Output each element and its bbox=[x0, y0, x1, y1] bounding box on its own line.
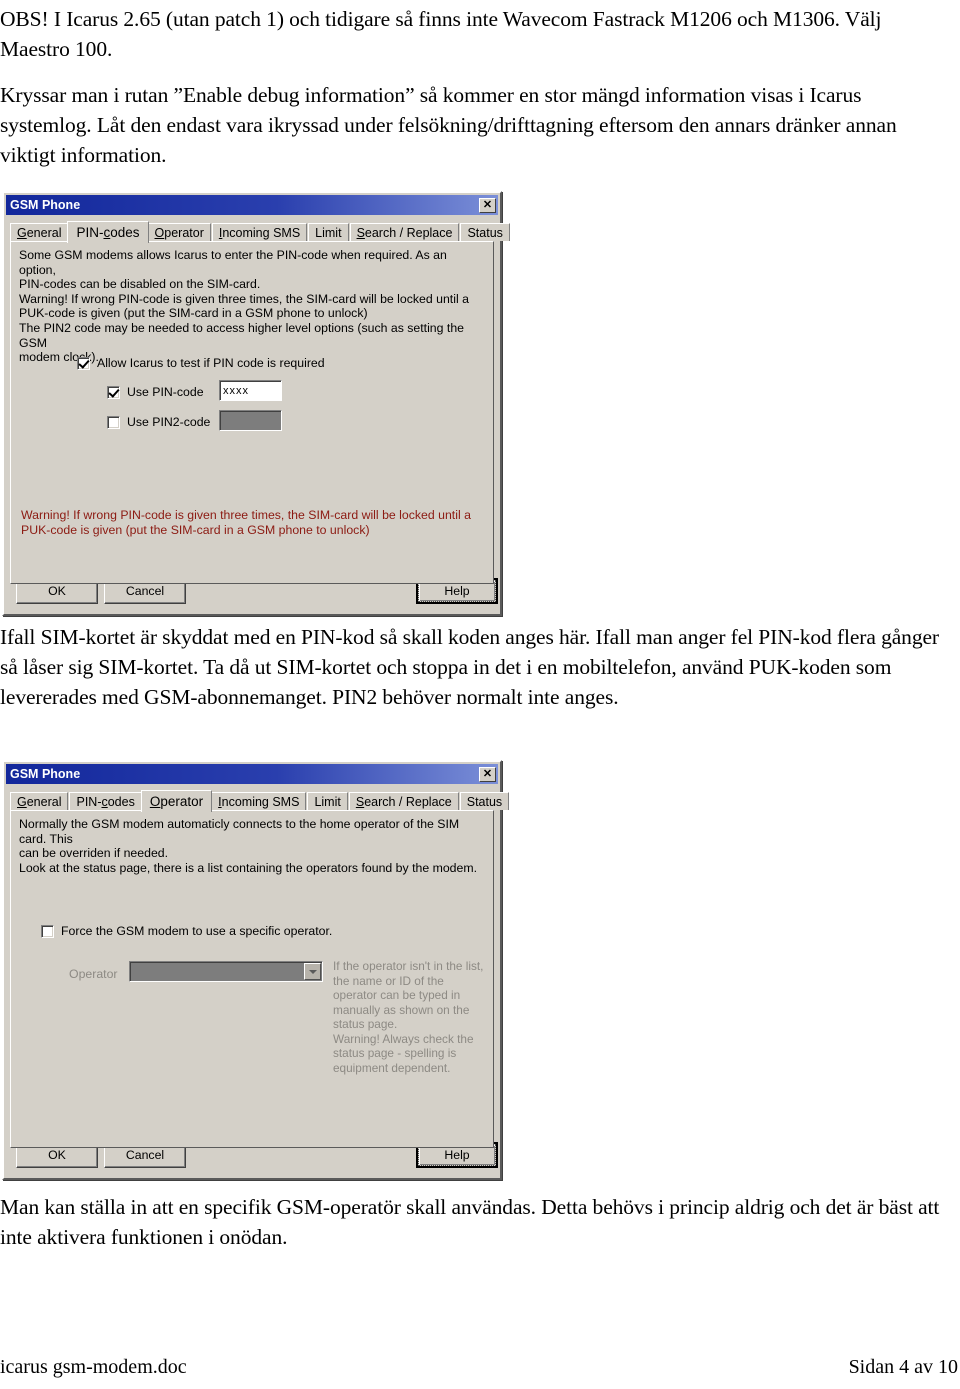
checkbox-use-pin2-code[interactable] bbox=[107, 415, 120, 429]
gsm-phone-dialog-operator: GSM Phone ✕ General PIN-c odes Operator I… bbox=[2, 760, 510, 1180]
label-allow-icarus-test: Allow Icarus to test if PIN code is requ… bbox=[97, 356, 325, 370]
footer-page-number: Sidan 4 av 10 bbox=[848, 1356, 958, 1378]
tab-incoming-sms[interactable]: Incoming SMS bbox=[211, 223, 308, 241]
checkbox-allow-icarus-test[interactable] bbox=[77, 356, 90, 370]
titlebar-pin-dialog: GSM Phone ✕ bbox=[6, 195, 498, 215]
checkbox-row-allow-icarus-test[interactable]: Allow Icarus to test if PIN code is requ… bbox=[77, 356, 325, 370]
tab-general[interactable]: General bbox=[10, 223, 69, 241]
operator-field-label: Operator bbox=[69, 967, 118, 981]
label-use-pin2-code: Use PIN2-code bbox=[127, 415, 211, 429]
pin-warning-text: Warning! If wrong PIN-code is given thre… bbox=[21, 508, 471, 537]
chevron-down-icon[interactable] bbox=[304, 963, 321, 980]
gsm-phone-dialog-pin-codes: GSM Phone ✕ General PIN-c odes Operator I… bbox=[2, 191, 510, 616]
page-footer: icarus gsm-modem.doc Sidan 4 av 10 bbox=[0, 1356, 958, 1379]
operator-combobox[interactable] bbox=[129, 961, 323, 982]
tab-pin-codes[interactable]: PIN-c odes bbox=[67, 221, 149, 243]
close-icon[interactable]: ✕ bbox=[479, 766, 496, 782]
paragraph-pin-explanation: Ifall SIM-kortet är skyddat med en PIN-k… bbox=[0, 625, 939, 709]
pin2-code-input[interactable] bbox=[219, 410, 282, 431]
tab-general[interactable]: General bbox=[10, 792, 69, 810]
tab-search-replace[interactable]: Search / Replace bbox=[349, 223, 460, 241]
checkbox-use-pin-code[interactable] bbox=[107, 385, 120, 399]
tab-pin-codes[interactable]: PIN-c odes bbox=[69, 792, 142, 810]
titlebar-operator-dialog: GSM Phone ✕ bbox=[6, 764, 498, 784]
checkbox-row-use-pin2-code[interactable]: Use PIN2-code bbox=[107, 415, 210, 429]
window-title: GSM Phone bbox=[10, 767, 81, 781]
operator-panel-description: Normally the GSM modem automaticly conne… bbox=[19, 817, 477, 875]
close-icon[interactable]: ✕ bbox=[479, 197, 496, 213]
paragraph-debug-info: Kryssar man i rutan ”Enable debug inform… bbox=[0, 83, 897, 167]
tab-search-replace[interactable]: Search / Replace bbox=[348, 792, 459, 810]
checkbox-row-force-operator[interactable]: Force the GSM modem to use a specific op… bbox=[41, 924, 332, 938]
tab-panel-pin-codes: Some GSM modems allows Icarus to enter t… bbox=[10, 241, 494, 584]
tab-incoming-sms[interactable]: Incoming SMS bbox=[211, 792, 307, 810]
operator-combobox-value bbox=[130, 962, 303, 981]
pin-code-input[interactable]: xxxx bbox=[219, 380, 282, 401]
tab-limit[interactable]: Limit bbox=[307, 792, 348, 810]
operator-side-note: If the operator isn't in the list, the n… bbox=[333, 959, 484, 1075]
tabstrip-operator-dialog: General PIN-c odes Operator Incoming SMS … bbox=[10, 789, 510, 812]
tab-status[interactable]: Status bbox=[459, 792, 510, 810]
footer-file-name: icarus gsm-modem.doc bbox=[0, 1356, 187, 1378]
tab-operator[interactable]: Operator bbox=[140, 790, 213, 812]
window-title: GSM Phone bbox=[10, 198, 81, 212]
tabstrip-pin-dialog: General PIN-c odes Operator Incoming SMS … bbox=[10, 220, 510, 243]
tab-panel-operator: Normally the GSM modem automaticly conne… bbox=[10, 810, 494, 1148]
paragraph-operator-explanation: Man kan ställa in att en specifik GSM-op… bbox=[0, 1195, 940, 1249]
checkbox-row-use-pin-code[interactable]: Use PIN-code bbox=[107, 385, 204, 399]
pin-panel-description: Some GSM modems allows Icarus to enter t… bbox=[19, 248, 469, 365]
tab-status[interactable]: Status bbox=[460, 223, 510, 241]
label-force-operator: Force the GSM modem to use a specific op… bbox=[61, 924, 333, 938]
label-use-pin-code: Use PIN-code bbox=[127, 385, 204, 399]
checkbox-force-operator[interactable] bbox=[41, 924, 54, 938]
tab-limit[interactable]: Limit bbox=[308, 223, 349, 241]
paragraph-intro: OBS! I Icarus 2.65 (utan patch 1) och ti… bbox=[0, 7, 882, 61]
tab-operator[interactable]: Operator bbox=[147, 223, 211, 241]
